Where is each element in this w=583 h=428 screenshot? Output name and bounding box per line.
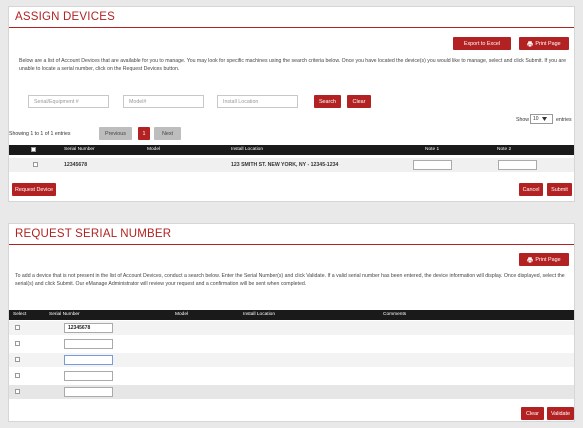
table-row — [9, 337, 574, 351]
serial-number-input[interactable] — [64, 355, 113, 365]
serial-number-input[interactable] — [64, 387, 113, 397]
showing-entries-text: Showing 1 to 1 of 1 entries — [9, 131, 71, 137]
chevron-down-icon — [541, 117, 547, 121]
print-page-label: Print Page — [535, 40, 561, 47]
row-install-location: 123 SMITH ST. NEW YORK, NY - 12345-1234 — [231, 162, 339, 168]
row-serial-number: 12345678 — [64, 162, 88, 168]
select-all-checkbox[interactable] — [31, 147, 36, 152]
clear-button[interactable]: Clear — [521, 407, 544, 420]
col-serial-number: Serial Number — [64, 147, 95, 152]
serial-search-input[interactable]: Serial/Equipment # — [28, 95, 109, 108]
cancel-button[interactable]: Cancel — [519, 183, 543, 196]
request-serial-title: REQUEST SERIAL NUMBER — [9, 224, 574, 245]
search-button[interactable]: Search — [314, 95, 341, 108]
assign-devices-panel: ASSIGN DEVICES Export to Excel Print Pag… — [8, 6, 575, 202]
serial-number-input[interactable]: 12345678 — [64, 323, 113, 333]
row-select-checkbox[interactable] — [15, 325, 20, 330]
col-comments: Comments — [383, 312, 407, 317]
col-note-2: Note 2 — [497, 147, 512, 152]
col-install-location: Install Location — [231, 147, 263, 152]
location-search-input[interactable]: Install Location — [217, 95, 298, 108]
print-page-button[interactable]: Print Page — [519, 37, 569, 50]
request-serial-panel: REQUEST SERIAL NUMBER Print Page To add … — [8, 223, 575, 422]
serial-number-input[interactable] — [64, 371, 113, 381]
request-print-page-label: Print Page — [535, 256, 561, 263]
printer-icon — [527, 256, 534, 263]
export-excel-button[interactable]: Export to Excel — [453, 37, 511, 50]
table-row — [9, 369, 574, 383]
submit-button[interactable]: Submit — [547, 183, 572, 196]
assign-description: Below are a list of Account Devices that… — [19, 58, 566, 72]
row-select-checkbox[interactable] — [15, 341, 20, 346]
request-table-header: Select Serial Number Model Install Locat… — [9, 310, 574, 320]
col-serial-number: Serial Number — [49, 312, 80, 317]
printer-icon — [527, 40, 534, 47]
pager-page-1[interactable]: 1 — [138, 127, 150, 140]
row-select-checkbox[interactable] — [15, 373, 20, 378]
assign-table-header: Serial Number Model Install Location Not… — [9, 145, 574, 155]
pager-next-button[interactable]: Next — [154, 127, 181, 140]
note-1-input[interactable] — [413, 160, 452, 170]
show-label: Show — [516, 117, 529, 123]
assign-devices-title: ASSIGN DEVICES — [9, 7, 574, 28]
col-select: Select — [13, 312, 27, 317]
request-device-button[interactable]: Request Device — [12, 183, 56, 196]
table-row: 12345678 123 SMITH ST. NEW YORK, NY - 12… — [9, 158, 574, 172]
col-model: Model — [175, 312, 189, 317]
entries-per-page-select[interactable]: 10 — [530, 114, 553, 124]
col-model: Model — [147, 147, 161, 152]
row-select-checkbox[interactable] — [33, 162, 38, 167]
table-row — [9, 385, 574, 399]
entries-label: entries — [556, 117, 572, 123]
row-select-checkbox[interactable] — [15, 357, 20, 362]
pager-previous-button[interactable]: Previous — [99, 127, 132, 140]
table-row — [9, 353, 574, 367]
serial-number-input[interactable] — [64, 339, 113, 349]
col-install-location: Install Location — [243, 312, 275, 317]
request-print-page-button[interactable]: Print Page — [519, 253, 569, 266]
validate-button[interactable]: Validate — [547, 407, 574, 420]
request-description: To add a device that is not present in t… — [15, 273, 565, 287]
note-2-input[interactable] — [498, 160, 537, 170]
model-search-input[interactable]: Model# — [123, 95, 204, 108]
clear-filters-button[interactable]: Clear — [347, 95, 371, 108]
entries-select-value: 10 — [533, 116, 539, 122]
table-row: 12345678 — [9, 321, 574, 335]
row-select-checkbox[interactable] — [15, 389, 20, 394]
col-note-1: Note 1 — [425, 147, 440, 152]
